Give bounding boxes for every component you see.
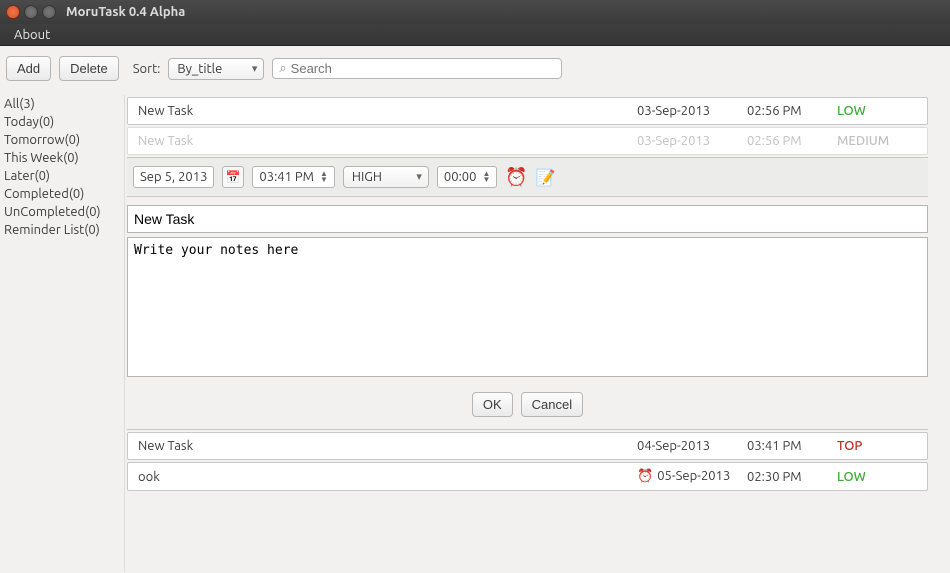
spinner-icon[interactable]: ▲▼ [320,171,328,183]
time-field[interactable]: 03:41 PM ▲▼ [252,166,335,188]
task-time: 03:41 PM [747,439,837,453]
spinner-icon[interactable]: ▲▼ [482,171,490,183]
sidebar-item-reminderlist[interactable]: Reminder List(0) [2,221,124,239]
calendar-icon[interactable]: 📅 [222,166,244,188]
task-time: 02:30 PM [747,470,837,484]
duration-field[interactable]: 00:00 ▲▼ [437,166,497,188]
date-value: Sep 5, 2013 [140,170,207,184]
task-date: ⏰05-Sep-2013 [637,469,747,484]
date-field[interactable]: Sep 5, 2013 [133,166,214,188]
task-row-expanded-header[interactable]: New Task 03-Sep-2013 02:56 PM MEDIUM [127,127,928,155]
sidebar-item-all[interactable]: All(3) [2,95,124,113]
toolbar: Add Delete Sort: By_title ⌕ [0,46,950,95]
sidebar-item-later[interactable]: Later(0) [2,167,124,185]
sidebar-item-completed[interactable]: Completed(0) [2,185,124,203]
notes-icon[interactable]: 📝 [536,168,556,187]
task-title: ook [138,470,637,484]
sidebar-item-tomorrow[interactable]: Tomorrow(0) [2,131,124,149]
window-titlebar: MoruTask 0.4 Alpha [0,0,950,24]
task-row[interactable]: New Task 04-Sep-2013 03:41 PM TOP [127,432,928,460]
sidebar-item-thisweek[interactable]: This Week(0) [2,149,124,167]
menubar: About [0,24,950,46]
sidebar-item-uncompleted[interactable]: UnCompleted(0) [2,203,124,221]
priority-select[interactable]: HIGH [343,166,429,188]
sort-value: By_title [177,62,222,76]
priority-value: HIGH [352,170,382,184]
task-row[interactable]: ook ⏰05-Sep-2013 02:30 PM LOW [127,462,928,491]
task-date: 03-Sep-2013 [637,104,747,118]
task-date: 04-Sep-2013 [637,439,747,453]
task-time: 02:56 PM [747,104,837,118]
duration-value: 00:00 [444,170,477,184]
sidebar-item-today[interactable]: Today(0) [2,113,124,131]
alarm-icon[interactable]: ⏰ [505,167,527,188]
delete-button[interactable]: Delete [59,56,119,81]
task-title: New Task [138,439,637,453]
time-value: 03:41 PM [259,170,314,184]
task-priority: TOP [837,439,917,453]
search-icon: ⌕ [279,61,286,76]
task-title: New Task [138,104,637,118]
task-date: 03-Sep-2013 [637,134,747,148]
task-title: New Task [138,134,637,148]
task-notes-input[interactable] [127,237,928,377]
task-time: 02:56 PM [747,134,837,148]
task-priority: MEDIUM [837,134,917,148]
add-button[interactable]: Add [6,56,51,81]
close-icon[interactable] [6,5,20,19]
sort-label: Sort: [133,62,161,76]
search-box[interactable]: ⌕ [272,58,562,79]
minimize-icon[interactable] [24,5,38,19]
menu-about[interactable]: About [8,26,56,44]
task-row[interactable]: New Task 03-Sep-2013 02:56 PM LOW [127,97,928,125]
main-panel: New Task 03-Sep-2013 02:56 PM LOW New Ta… [124,95,950,572]
maximize-icon[interactable] [42,5,56,19]
sidebar: All(3) Today(0) Tomorrow(0) This Week(0)… [0,95,124,572]
task-editor: Sep 5, 2013 📅 03:41 PM ▲▼ HIGH 00:00 ▲▼ … [127,157,928,197]
ok-button[interactable]: OK [472,392,513,417]
task-priority: LOW [837,470,917,484]
task-priority: LOW [837,104,917,118]
sort-select[interactable]: By_title [168,58,264,80]
window-title: MoruTask 0.4 Alpha [66,5,185,19]
alarm-icon: ⏰ [637,469,653,483]
editor-actions: OK Cancel [127,380,928,430]
search-input[interactable] [291,61,556,76]
task-title-input[interactable] [127,205,928,233]
cancel-button[interactable]: Cancel [521,392,583,417]
